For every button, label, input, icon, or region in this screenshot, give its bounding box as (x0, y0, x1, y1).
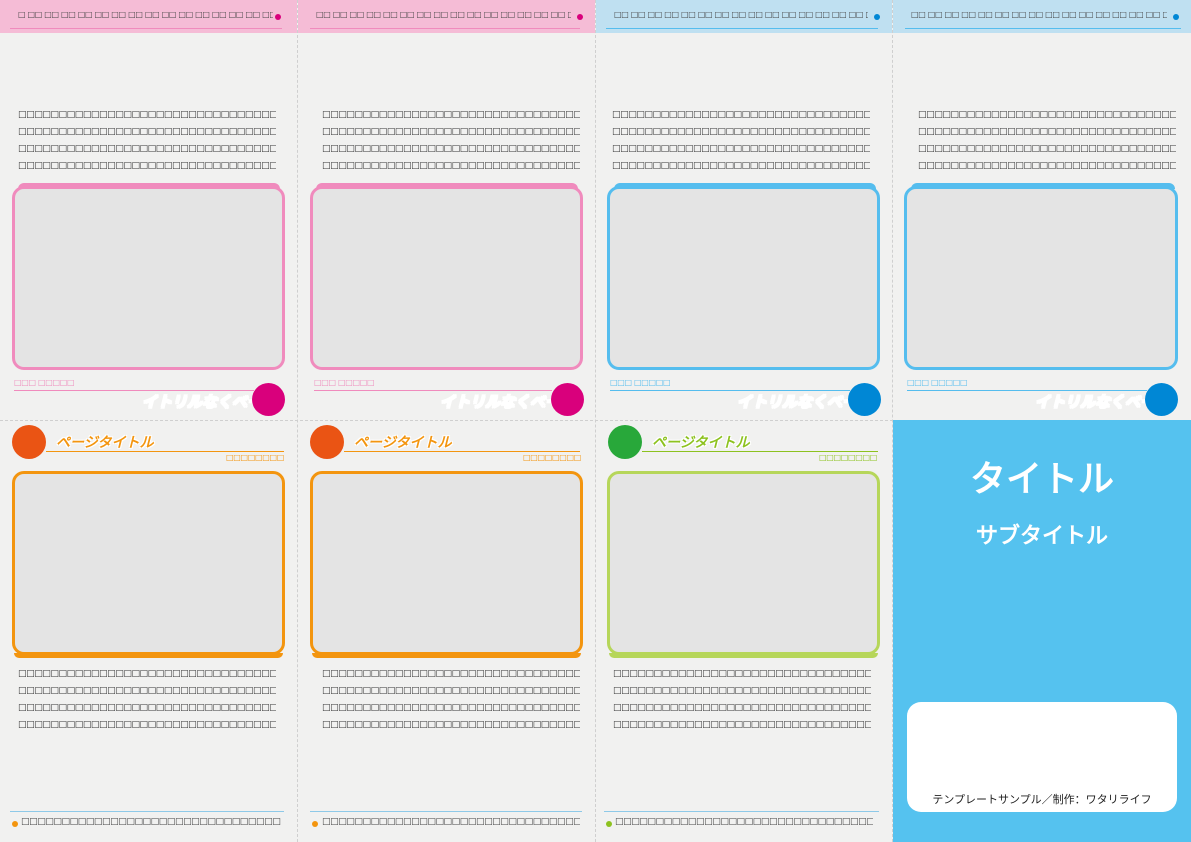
bullet-dot (874, 14, 880, 20)
body-text: □□□□□□□□□□□□□□□□□□□□□□□□□□□□□□□□ □□□□□□□□… (18, 110, 276, 171)
header-text: □□ □□ □□ □□ □□ □□ □□ □□ □□ □□ □□ □□ □□ □… (614, 10, 868, 19)
caption: □□□ □□□□□ (314, 378, 375, 387)
body-text: □□□□□□□□□□□□□□□□□□□□□□□□□□□□□□□□ □□□□□□□□… (18, 669, 276, 730)
cover-title: タイトル (969, 459, 1114, 500)
footer-dot (606, 821, 612, 827)
footer-rule (310, 811, 582, 812)
page-title: ページタイトル (652, 435, 750, 451)
subcaption: □□□□□□□□ (819, 453, 878, 462)
caption: □□□ □□□□□ (14, 378, 75, 387)
photo-frame (904, 186, 1178, 370)
header-rule (905, 28, 1181, 29)
bullet-dot (577, 14, 583, 20)
bullet-dot (1173, 14, 1179, 20)
photo-frame (12, 471, 285, 655)
subcaption: □□□□□□□□ (226, 453, 285, 462)
cover-subtitle: サブタイトル (975, 524, 1108, 549)
body-text: □□□□□□□□□□□□□□□□□□□□□□□□□□□□□□□□ □□□□□□□□… (612, 110, 870, 171)
footer-rule (604, 811, 879, 812)
frame-tab (312, 653, 581, 658)
accent-circle (848, 383, 881, 416)
photo-frame (310, 471, 583, 655)
caption: □□□ □□□□□ (907, 378, 968, 387)
header-rule (10, 28, 282, 29)
body-text: □□□□□□□□□□□□□□□□□□□□□□□□□□□□□□□□ □□□□□□□□… (613, 669, 871, 730)
frame-tab (14, 653, 283, 658)
footer-rule (10, 811, 284, 812)
fold-guide (0, 420, 893, 421)
accent-circle (252, 383, 285, 416)
accent-circle (310, 425, 344, 459)
header-rule (606, 28, 878, 29)
title-rule (46, 451, 284, 452)
fold-guide (595, 0, 596, 842)
header-text: □□ □□ □□ □□ □□ □□ □□ □□ □□ □□ □□ □□ □□ □… (316, 10, 571, 19)
header-text: □□ □□ □□ □□ □□ □□ □□ □□ □□ □□ □□ □□ □□ □… (911, 10, 1167, 19)
page-title: ページタイトル (354, 435, 452, 451)
header-rule (310, 28, 580, 29)
credit-text: テンプレートサンプル／制作：ワタリライフ (932, 793, 1152, 806)
accent-circle (551, 383, 584, 416)
subcaption: □□□□□□□□ (523, 453, 582, 462)
photo-frame (607, 471, 880, 655)
accent-circle (1145, 383, 1178, 416)
body-text: □□□□□□□□□□□□□□□□□□□□□□□□□□□□□□□□ □□□□□□□□… (322, 110, 580, 171)
footer-text: □□□□□□□□□□□□□□□□□□□□□□□□□□□□□□□□□□□□□□□□… (21, 817, 281, 827)
caption: □□□ □□□□□ (610, 378, 671, 387)
photo-frame (310, 186, 583, 370)
header-text: □ □□ □□ □□ □□ □□ □□ □□ □□ □□ □□ □□ □□ □□… (18, 10, 273, 19)
footer-text: □□□□□□□□□□□□□□□□□□□□□□□□□□□□□□□□□□□□□□□□… (322, 817, 580, 827)
accent-circle (608, 425, 642, 459)
bullet-dot (275, 14, 281, 20)
page-title: ページタイトル (56, 435, 154, 451)
accent-circle (12, 425, 46, 459)
frame-tab (609, 653, 878, 658)
cover-panel: タイトル サブタイトル テンプレートサンプル／制作：ワタリライフ (893, 420, 1191, 842)
body-text: □□□□□□□□□□□□□□□□□□□□□□□□□□□□□□□□ □□□□□□□□… (322, 669, 580, 730)
photo-frame (12, 186, 285, 370)
title-rule (642, 451, 878, 452)
footer-text: □□□□□□□□□□□□□□□□□□□□□□□□□□□□□□□□□□□□□□□□… (615, 817, 873, 827)
body-text: □□□□□□□□□□□□□□□□□□□□□□□□□□□□□□□□ □□□□□□□□… (918, 110, 1176, 171)
fold-guide (297, 0, 298, 842)
credit-box: テンプレートサンプル／制作：ワタリライフ (907, 702, 1177, 812)
footer-dot (12, 821, 18, 827)
title-rule (344, 451, 580, 452)
photo-frame (607, 186, 880, 370)
footer-dot (312, 821, 318, 827)
